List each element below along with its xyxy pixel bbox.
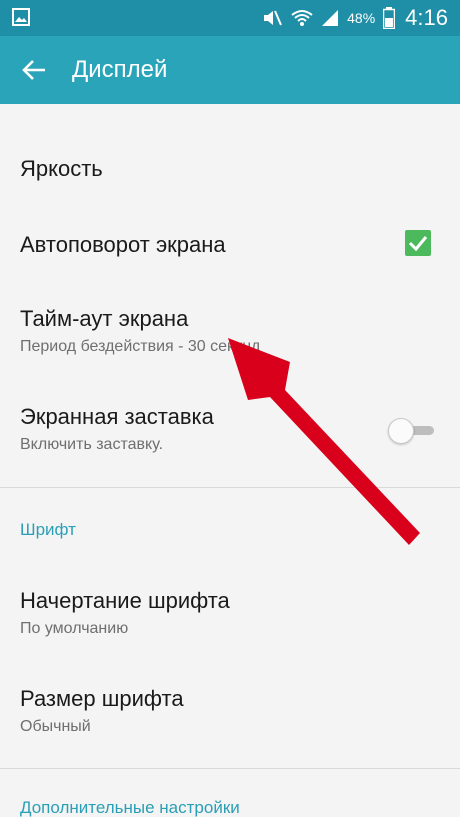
font-size-item[interactable]: Размер шрифта Обычный [0,660,460,750]
screensaver-title: Экранная заставка [20,404,214,429]
font-size-subtitle: Обычный [20,718,91,735]
battery-icon [383,7,396,29]
auto-rotate-item[interactable]: Автоповорот экрана [0,206,460,284]
battery-percent: 48% [347,10,376,26]
checkmark-icon [408,236,428,252]
action-bar: Дисплей [0,36,460,104]
font-style-title: Начертание шрифта [20,588,230,613]
screen-timeout-title: Тайм-аут экрана [20,306,189,331]
auto-rotate-title: Автоповорот экрана [20,232,226,257]
back-arrow-icon [22,60,45,80]
wifi-icon [291,10,313,26]
toggle-thumb [388,418,414,444]
font-style-item[interactable]: Начертание шрифта По умолчанию [0,562,460,652]
mute-icon [264,10,283,26]
status-bar: 48% 4:16 [0,0,460,36]
screensaver-item[interactable]: Экранная заставка Включить заставку. [0,382,460,472]
signal-icon [322,10,339,26]
gallery-notification-icon [12,8,30,26]
clock: 4:16 [405,5,448,30]
auto-rotate-checkbox[interactable] [405,230,431,256]
settings-list[interactable]: Яркость Автоповорот экрана Тайм-аут экра… [0,104,460,817]
page-title: Дисплей [72,56,168,83]
font-section-header: Шрифт [20,520,76,539]
divider [0,768,460,769]
screensaver-toggle[interactable] [388,416,438,444]
font-style-subtitle: По умолчанию [20,620,129,637]
screen-timeout-subtitle: Период бездействия - 30 секунд [20,338,261,355]
screensaver-subtitle: Включить заставку. [20,436,164,453]
screen-timeout-item[interactable]: Тайм-аут экрана Период бездействия - 30 … [0,284,460,370]
brightness-item[interactable]: Яркость [0,132,460,212]
font-size-title: Размер шрифта [20,686,184,711]
divider [0,487,460,488]
brightness-title: Яркость [20,156,103,181]
advanced-section-header: Дополнительные настройки [20,798,240,817]
back-button[interactable] [14,50,54,90]
